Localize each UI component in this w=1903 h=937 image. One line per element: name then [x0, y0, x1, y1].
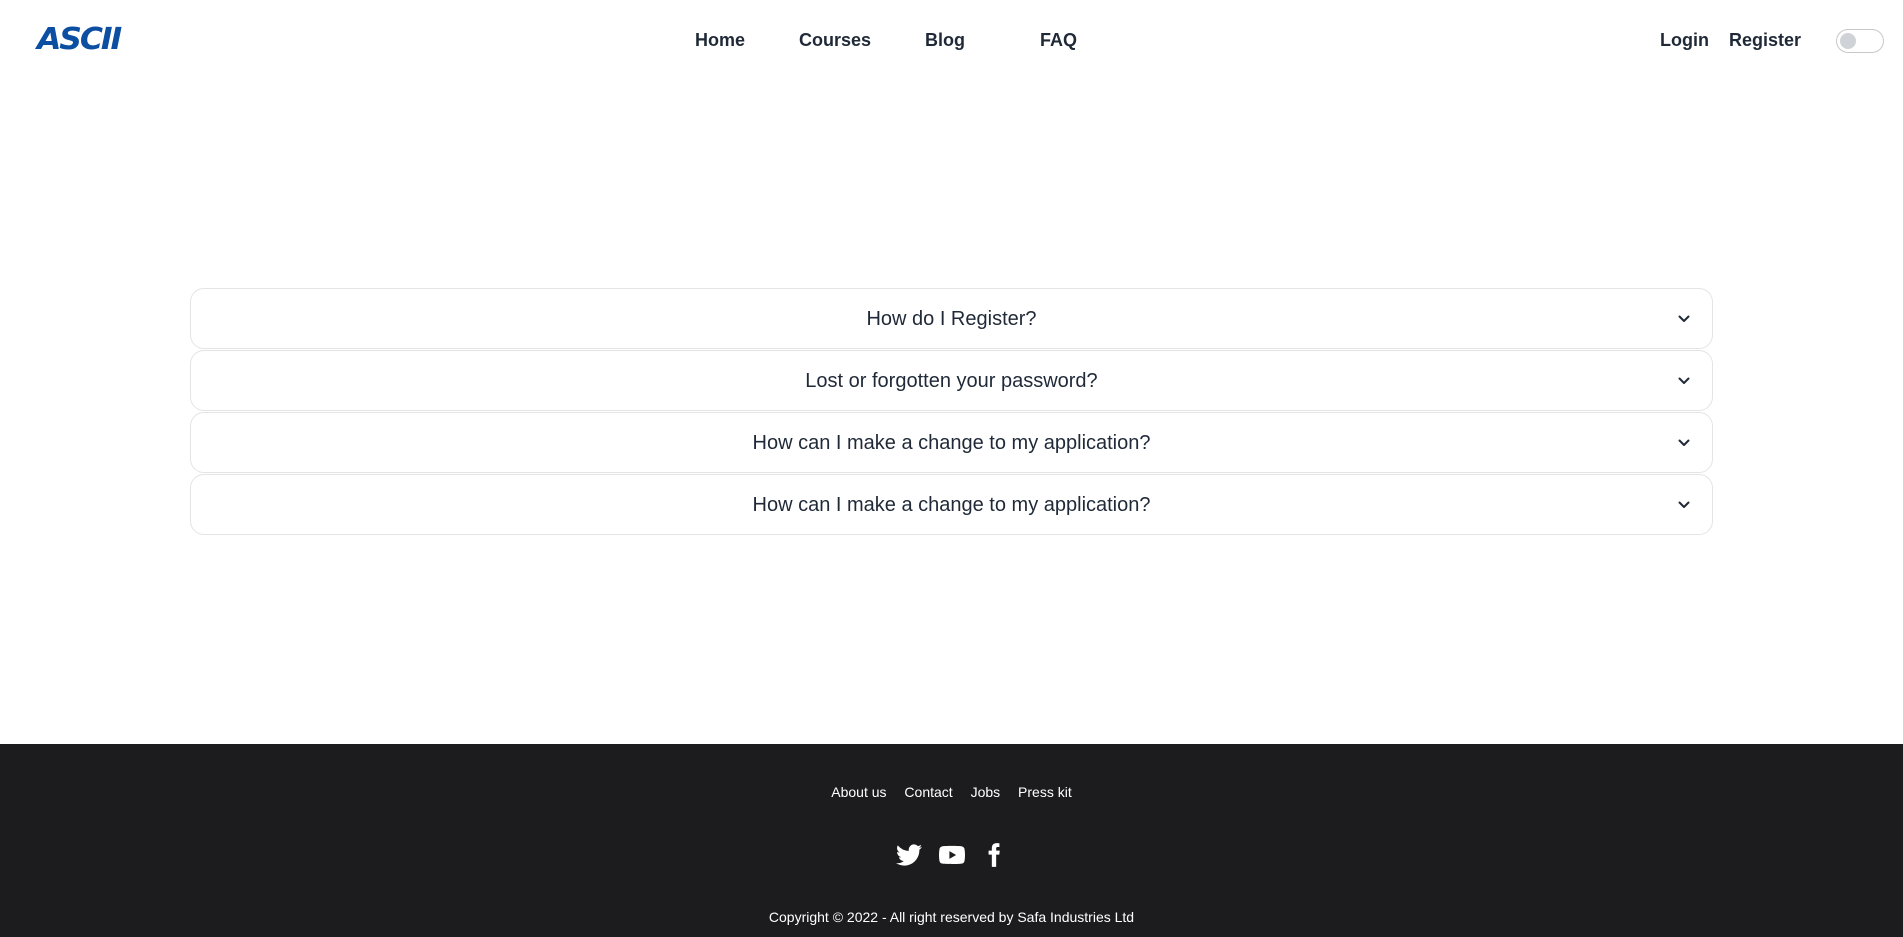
navbar: ASCII Home Courses Blog FAQ Login Regist…: [0, 0, 1903, 80]
theme-toggle[interactable]: [1836, 29, 1884, 53]
nav-link-faq[interactable]: FAQ: [1040, 28, 1077, 52]
faq-question: Lost or forgotten your password?: [805, 370, 1098, 392]
youtube-icon[interactable]: [938, 842, 965, 868]
facebook-icon[interactable]: [981, 842, 1007, 868]
nav-link-blog[interactable]: Blog: [925, 28, 965, 52]
nav-link-courses[interactable]: Courses: [799, 28, 871, 52]
faq-item[interactable]: How can I make a change to my applicatio…: [190, 412, 1713, 473]
social-links: [0, 842, 1903, 868]
faq-question: How can I make a change to my applicatio…: [752, 494, 1151, 516]
login-link[interactable]: Login: [1660, 28, 1709, 52]
main-nav: Home Courses Blog FAQ Login Register: [0, 28, 1903, 52]
copyright-text: Copyright © 2022 - All right reserved by…: [768, 909, 1135, 925]
faq-item[interactable]: How do I Register?: [190, 288, 1713, 349]
chevron-down-icon: [1678, 439, 1690, 446]
faq-accordion: How do I Register? Lost or forgotten you…: [190, 288, 1713, 536]
faq-item[interactable]: Lost or forgotten your password?: [190, 350, 1713, 411]
footer-link-contact[interactable]: Contact: [904, 784, 952, 800]
footer-link-about[interactable]: About us: [831, 784, 886, 800]
faq-item[interactable]: How can I make a change to my applicatio…: [190, 474, 1713, 535]
footer: About us Contact Jobs Press kit Copyrigh…: [0, 744, 1903, 937]
twitter-icon[interactable]: [896, 842, 923, 868]
chevron-down-icon: [1678, 315, 1690, 322]
chevron-down-icon: [1678, 501, 1690, 508]
register-link[interactable]: Register: [1729, 28, 1801, 52]
chevron-down-icon: [1678, 377, 1690, 384]
faq-question: How can I make a change to my applicatio…: [752, 432, 1151, 454]
footer-link-press-kit[interactable]: Press kit: [1018, 784, 1072, 800]
footer-link-jobs[interactable]: Jobs: [971, 784, 1001, 800]
toggle-knob: [1840, 33, 1856, 49]
nav-link-home[interactable]: Home: [695, 28, 745, 52]
faq-question: How do I Register?: [866, 308, 1037, 330]
footer-links: About us Contact Jobs Press kit: [0, 784, 1903, 800]
